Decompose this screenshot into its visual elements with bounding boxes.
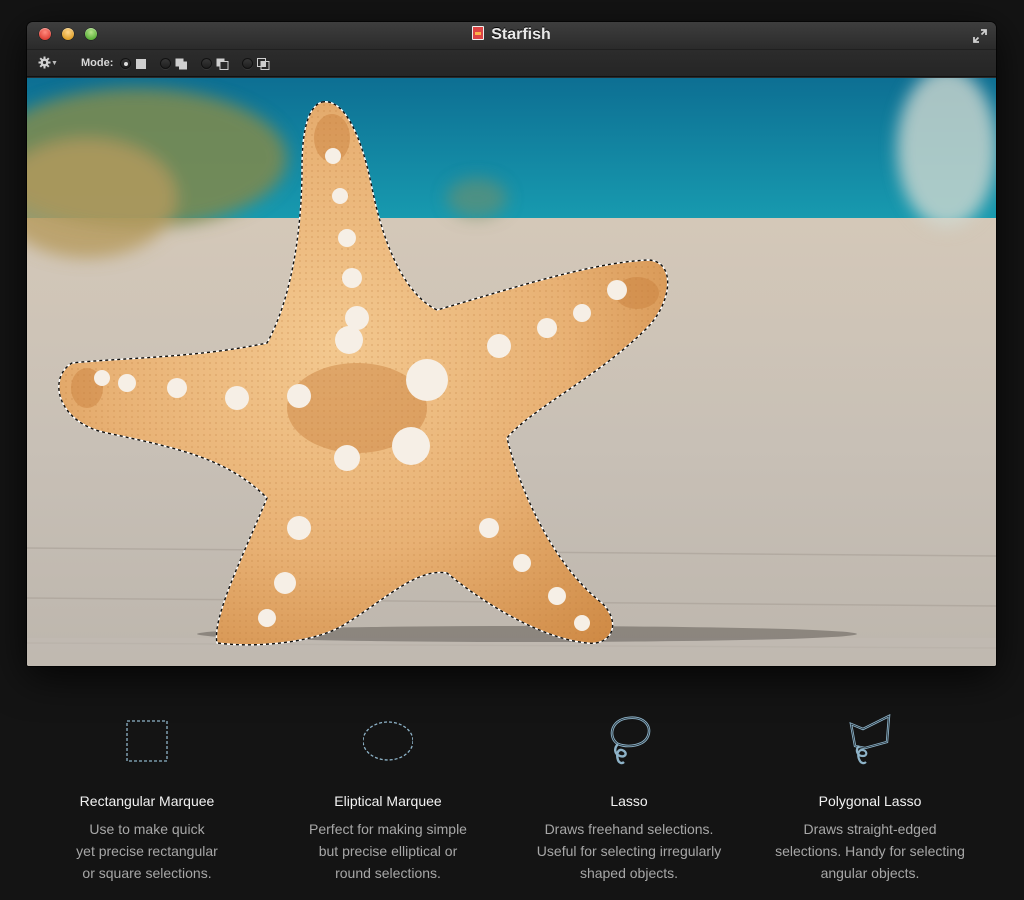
- desc-line: Useful for selecting irregularly: [536, 843, 722, 859]
- mode-radio[interactable]: [242, 58, 253, 69]
- chevron-down-icon: ▼: [51, 60, 58, 67]
- polygonal-lasso-icon: [849, 713, 891, 765]
- document-icon: [472, 26, 485, 40]
- gear-icon: [38, 56, 51, 69]
- desc-line: Use to make quick: [89, 821, 205, 837]
- tool-title: Polygonal Lasso: [818, 793, 922, 809]
- app-stage: Starfish ▼ Mode: Rectangular Marquee Use…: [0, 0, 1024, 900]
- mode-radio[interactable]: [160, 58, 171, 69]
- tool-title: Lasso: [610, 793, 648, 809]
- tools-panel: Rectangular Marquee Use to make quick ye…: [0, 690, 1024, 900]
- desc-line: round selections.: [335, 865, 441, 881]
- desc-line: but precise elliptical or: [318, 843, 458, 859]
- tool-description: Use to make quick yet precise rectangula…: [27, 818, 267, 884]
- desc-line: Draws straight-edged: [803, 821, 937, 837]
- add-selection-icon: [175, 58, 187, 70]
- tool-title: Eliptical Marquee: [334, 793, 442, 809]
- desc-line: angular objects.: [820, 865, 920, 881]
- elliptical-marquee-icon: [363, 721, 413, 761]
- rectangular-marquee-icon: [126, 720, 168, 762]
- new-selection-icon: [136, 59, 146, 69]
- window-title: Starfish: [491, 26, 551, 43]
- desc-line: selections. Handy for selecting: [775, 843, 965, 859]
- window-title-area: Starfish: [27, 26, 996, 44]
- subtract-selection-icon: [216, 58, 229, 70]
- tool-title: Rectangular Marquee: [79, 793, 215, 809]
- starfish-photo: [27, 78, 996, 666]
- tool-description: Draws straight-edged selections. Handy f…: [750, 818, 990, 884]
- tool-description: Perfect for making simple but precise el…: [268, 818, 508, 884]
- action-menu-button[interactable]: ▼: [38, 55, 60, 71]
- toolbar: ▼ Mode:: [27, 50, 996, 77]
- mode-label: Mode:: [81, 57, 114, 69]
- mode-radio[interactable]: [201, 58, 212, 69]
- desc-line: shaped objects.: [579, 865, 679, 881]
- lasso-icon: [610, 716, 651, 765]
- mode-radio[interactable]: [120, 58, 131, 69]
- intersect-selection-icon: [257, 58, 270, 70]
- desc-line: or square selections.: [82, 865, 212, 881]
- desc-line: yet precise rectangular: [76, 843, 218, 859]
- desc-line: Draws freehand selections.: [544, 821, 714, 837]
- fullscreen-icon[interactable]: [972, 28, 988, 44]
- tool-description: Draws freehand selections. Useful for se…: [509, 818, 749, 884]
- title-bar[interactable]: Starfish: [27, 22, 996, 50]
- image-canvas[interactable]: [27, 78, 996, 666]
- desc-line: Perfect for making simple: [309, 821, 467, 837]
- document-window: Starfish ▼ Mode:: [27, 22, 996, 666]
